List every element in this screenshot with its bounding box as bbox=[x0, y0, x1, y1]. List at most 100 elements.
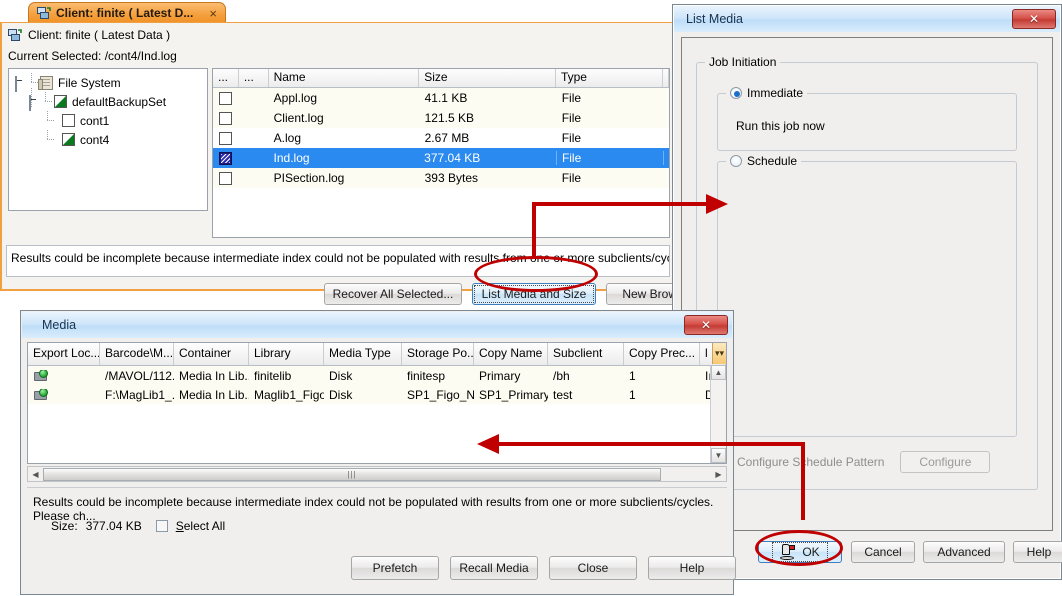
tree-checkbox-empty[interactable] bbox=[62, 114, 75, 127]
media-type: Disk bbox=[324, 369, 402, 383]
file-name: Appl.log bbox=[269, 91, 420, 105]
column-header-modified[interactable]: M bbox=[663, 69, 669, 87]
row-checkbox-cell[interactable] bbox=[213, 112, 239, 125]
table-row-selected[interactable]: Ind.log 377.04 KB File 6 bbox=[213, 148, 669, 168]
recall-media-button[interactable]: Recall Media bbox=[450, 556, 538, 580]
tree-item-label: defaultBackupSet bbox=[72, 95, 166, 109]
tree-checkbox-partial[interactable] bbox=[62, 133, 75, 146]
close-button[interactable]: Close bbox=[549, 556, 637, 580]
client-browse-window: Client: finite ( Latest D... × Client: f… bbox=[0, 0, 676, 291]
immediate-radio-row[interactable]: Immediate bbox=[726, 86, 807, 100]
file-list-pane[interactable]: ... ... Name Size Type M Appl.log 41.1 K… bbox=[212, 68, 670, 238]
column-header-size[interactable]: Size bbox=[419, 69, 556, 87]
column-header-container[interactable]: Container bbox=[174, 343, 249, 365]
column-header-library[interactable]: Library bbox=[249, 343, 324, 365]
row-checkbox-cell[interactable] bbox=[213, 132, 239, 145]
column-header-check[interactable]: ... bbox=[213, 69, 239, 87]
ok-button[interactable]: OK bbox=[758, 541, 842, 563]
media-status-message: Results could be incomplete because inte… bbox=[27, 487, 727, 549]
table-row[interactable]: Client.log 121.5 KB File 6 bbox=[213, 108, 669, 128]
scroll-down-icon[interactable]: ▼ bbox=[711, 448, 726, 463]
table-row[interactable]: A.log 2.67 MB File 6 bbox=[213, 128, 669, 148]
client-button-row: Recover All Selected... List Media and S… bbox=[2, 283, 678, 309]
file-type: File bbox=[556, 151, 663, 165]
close-icon[interactable]: ✕ bbox=[1012, 9, 1056, 29]
client-icon bbox=[8, 28, 22, 42]
file-size: 2.67 MB bbox=[420, 131, 557, 145]
help-button[interactable]: Help bbox=[1013, 541, 1062, 563]
tree-item-label: cont1 bbox=[80, 114, 109, 128]
tree-item-cont1[interactable]: cont1 bbox=[9, 111, 207, 130]
copy-name: Primary bbox=[474, 369, 548, 383]
row-checkbox[interactable] bbox=[219, 172, 232, 185]
media-titlebar: Media ✕ bbox=[22, 312, 732, 338]
backup-tree-pane[interactable]: File System defaultBackupSet cont1 cont4 bbox=[8, 68, 208, 211]
table-row[interactable]: /MAVOL/112... Media In Lib... finitelib … bbox=[28, 366, 726, 385]
client-status-message: Results could be incomplete because inte… bbox=[6, 245, 670, 277]
column-header-name[interactable]: Name bbox=[269, 69, 420, 87]
scroll-right-icon[interactable]: ▶ bbox=[711, 467, 726, 481]
schedule-radio-row[interactable]: Schedule bbox=[726, 154, 801, 168]
column-header-icon[interactable]: ... bbox=[239, 69, 269, 87]
file-type: File bbox=[557, 111, 664, 125]
storage-policy: SP1_Figo_N... bbox=[402, 388, 474, 402]
hscroll-thumb[interactable]: ||| bbox=[43, 468, 661, 481]
column-header-media-type[interactable]: Media Type bbox=[324, 343, 402, 365]
run-this-job-now-text: Run this job now bbox=[736, 119, 825, 133]
tree-item-defaultbackupset[interactable]: defaultBackupSet bbox=[9, 92, 207, 111]
expander-minus-icon[interactable] bbox=[29, 96, 41, 108]
list-media-and-size-button[interactable]: List Media and Size bbox=[472, 283, 596, 305]
column-header-barcode[interactable]: Barcode\M... bbox=[100, 343, 174, 365]
row-checkbox[interactable] bbox=[219, 132, 232, 145]
media-table-horizontal-scrollbar[interactable]: ◀ ||| ▶ bbox=[27, 466, 727, 482]
tree-item-cont4[interactable]: cont4 bbox=[9, 130, 207, 149]
row-checkbox[interactable] bbox=[219, 92, 232, 105]
select-all-checkbox[interactable] bbox=[156, 520, 168, 532]
tree-item-label: cont4 bbox=[80, 133, 109, 147]
scroll-left-icon[interactable]: ◀ bbox=[28, 467, 43, 481]
library: finitelib bbox=[249, 369, 324, 383]
tab-close-icon[interactable]: × bbox=[207, 7, 219, 20]
close-icon[interactable]: ✕ bbox=[684, 315, 728, 335]
row-checkbox-cell[interactable] bbox=[213, 172, 239, 185]
table-row[interactable]: Appl.log 41.1 KB File 6 bbox=[213, 88, 669, 108]
file-size: 393 Bytes bbox=[420, 171, 557, 185]
configure-button[interactable]: Configure bbox=[900, 451, 990, 473]
column-header-export-location[interactable]: Export Loc... bbox=[28, 343, 100, 365]
row-checkbox[interactable] bbox=[219, 112, 232, 125]
column-header-copy-name[interactable]: Copy Name bbox=[474, 343, 548, 365]
row-checkbox-cell[interactable] bbox=[213, 92, 239, 105]
double-chevron-down-icon[interactable]: ▾▾ bbox=[712, 343, 726, 364]
schedule-radio[interactable] bbox=[730, 155, 742, 167]
media-title: Media bbox=[42, 318, 76, 332]
scroll-up-icon[interactable]: ▲ bbox=[711, 365, 726, 380]
media-table[interactable]: Export Loc... Barcode\M... Container Lib… bbox=[27, 342, 727, 464]
file-modified: 6 bbox=[663, 151, 669, 165]
expander-minus-icon[interactable] bbox=[15, 77, 27, 89]
cancel-button[interactable]: Cancel bbox=[851, 541, 915, 563]
help-button[interactable]: Help bbox=[648, 556, 736, 580]
library: Maglib1_Figo bbox=[249, 388, 324, 402]
list-media-tab-panel: Job Initiation Immediate Run this job no… bbox=[681, 37, 1053, 531]
table-row[interactable]: PISection.log 393 Bytes File 6 bbox=[213, 168, 669, 188]
column-header-type[interactable]: Type bbox=[556, 69, 663, 87]
row-checkbox-partial[interactable] bbox=[219, 152, 232, 165]
tab-client-finite[interactable]: Client: finite ( Latest D... × bbox=[28, 2, 226, 23]
table-row[interactable]: F:\MagLib1_... Media In Lib... Maglib1_F… bbox=[28, 385, 726, 404]
immediate-radio[interactable] bbox=[730, 87, 742, 99]
row-checkbox-cell[interactable] bbox=[213, 152, 239, 165]
advanced-button[interactable]: Advanced bbox=[923, 541, 1005, 563]
job-initiation-group-label: Job Initiation bbox=[705, 55, 780, 69]
select-all-label[interactable]: Select All bbox=[176, 519, 225, 533]
schedule-label: Schedule bbox=[747, 154, 797, 168]
ok-label: OK bbox=[802, 545, 819, 559]
column-header-subclient[interactable]: Subclient bbox=[548, 343, 624, 365]
media-table-header: Export Loc... Barcode\M... Container Lib… bbox=[28, 343, 726, 366]
column-header-storage-policy[interactable]: Storage Po... bbox=[402, 343, 474, 365]
column-header-copy-precedence[interactable]: Copy Prec... bbox=[624, 343, 700, 365]
media-table-vertical-scrollbar[interactable]: ▲ ▼ bbox=[710, 365, 726, 463]
tree-item-file-system[interactable]: File System bbox=[9, 73, 207, 92]
prefetch-button[interactable]: Prefetch bbox=[351, 556, 439, 580]
recover-all-selected-button[interactable]: Recover All Selected... bbox=[324, 283, 462, 305]
tree-checkbox-partial[interactable] bbox=[54, 95, 67, 108]
